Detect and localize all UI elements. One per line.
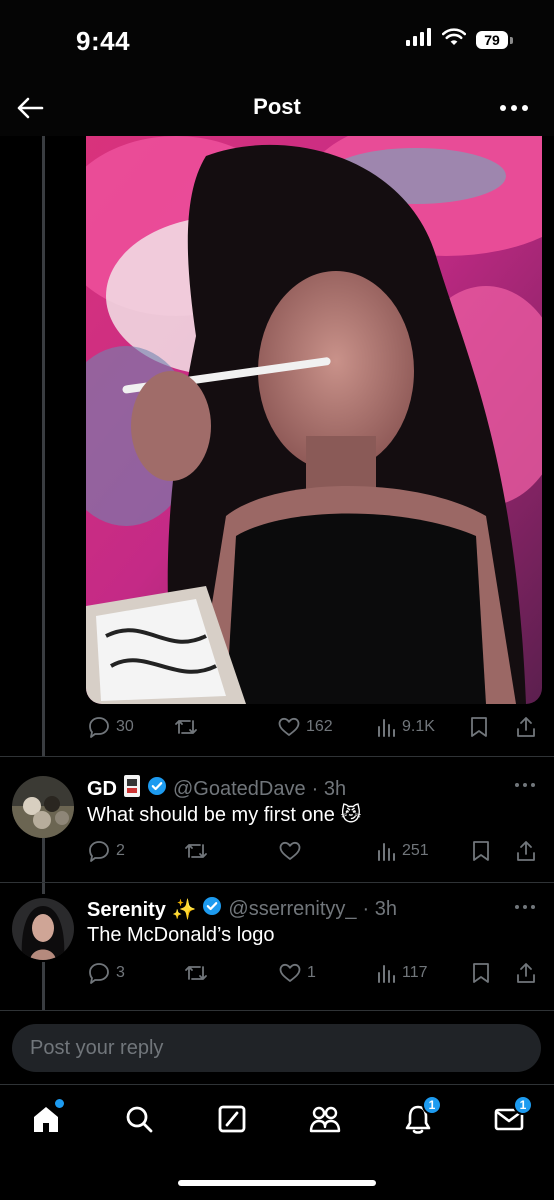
page-title: Post bbox=[253, 94, 301, 119]
reply-text: The McDonald’s logo bbox=[87, 924, 275, 946]
like-count: 1 bbox=[307, 964, 316, 981]
share-button[interactable] bbox=[516, 962, 536, 984]
thread-line bbox=[42, 136, 45, 756]
status-bar: 9:44 79 bbox=[0, 0, 554, 80]
tab-notifications[interactable]: 1 bbox=[396, 1095, 442, 1143]
signal-icon bbox=[406, 28, 432, 51]
views-button[interactable]: 9.1K bbox=[376, 717, 435, 737]
divider bbox=[0, 1010, 554, 1011]
repost-button[interactable] bbox=[174, 717, 198, 737]
reply-action-bar: 3 1 117 bbox=[86, 958, 540, 988]
tab-home[interactable] bbox=[24, 1099, 68, 1143]
repost-icon bbox=[184, 841, 208, 861]
like-count: 162 bbox=[306, 718, 333, 735]
like-button[interactable]: 1 bbox=[279, 963, 316, 983]
status-indicators: 79 bbox=[406, 28, 513, 51]
views-count: 251 bbox=[402, 842, 429, 859]
more-icon[interactable] bbox=[510, 782, 540, 802]
header: Post bbox=[0, 80, 554, 136]
tab-messages[interactable]: 1 bbox=[487, 1095, 533, 1143]
share-icon bbox=[516, 716, 536, 738]
display-name[interactable]: Serenity ✨ bbox=[87, 897, 196, 922]
like-icon bbox=[279, 841, 301, 861]
communities-icon bbox=[308, 1103, 342, 1140]
like-icon bbox=[279, 963, 301, 983]
reply-button[interactable]: 3 bbox=[88, 962, 125, 984]
home-indicator bbox=[178, 1180, 376, 1186]
like-button[interactable]: 162 bbox=[278, 717, 333, 737]
divider bbox=[0, 882, 554, 883]
like-icon bbox=[278, 717, 300, 737]
reply-button[interactable]: 30 bbox=[88, 716, 134, 738]
tab-communities[interactable] bbox=[303, 1099, 347, 1143]
reply-header: Serenity ✨ @sserrenityy_ · 3h bbox=[87, 896, 397, 922]
search-icon bbox=[123, 1103, 155, 1140]
grok-icon bbox=[216, 1103, 248, 1140]
bookmark-icon bbox=[470, 716, 488, 738]
reply-count: 30 bbox=[116, 718, 134, 735]
reply-item[interactable]: GD @GoatedDave · 3h What should be my fi… bbox=[0, 770, 554, 880]
views-button[interactable]: 251 bbox=[376, 841, 429, 861]
reply-icon bbox=[88, 716, 110, 738]
reply-placeholder: Post your reply bbox=[30, 1037, 164, 1059]
reply-action-bar: 2 251 bbox=[86, 836, 540, 866]
avatar[interactable] bbox=[12, 898, 74, 960]
bookmark-icon bbox=[472, 840, 490, 862]
more-icon[interactable] bbox=[496, 94, 532, 122]
tab-grok[interactable] bbox=[210, 1099, 254, 1143]
more-icon[interactable] bbox=[510, 904, 540, 924]
views-count: 9.1K bbox=[402, 718, 435, 735]
user-handle[interactable]: @GoatedDave bbox=[173, 778, 306, 801]
bookmark-button[interactable] bbox=[472, 962, 490, 984]
reply-count: 2 bbox=[116, 842, 125, 859]
post-action-bar: 30 162 9.1K bbox=[86, 712, 540, 742]
unread-dot bbox=[55, 1099, 64, 1108]
reply-header: GD @GoatedDave · 3h bbox=[87, 774, 346, 804]
card-emoji-icon bbox=[123, 774, 141, 804]
reply-icon bbox=[88, 962, 110, 984]
reply-button[interactable]: 2 bbox=[88, 840, 125, 862]
views-icon bbox=[376, 717, 396, 737]
share-icon bbox=[516, 962, 536, 984]
verified-icon bbox=[147, 776, 167, 802]
views-count: 117 bbox=[402, 964, 428, 981]
repost-icon bbox=[174, 717, 198, 737]
like-button[interactable] bbox=[279, 841, 301, 861]
post-image[interactable] bbox=[86, 136, 542, 704]
notifications-badge: 1 bbox=[422, 1095, 442, 1115]
messages-badge: 1 bbox=[513, 1095, 533, 1115]
reply-item[interactable]: Serenity ✨ @sserrenityy_ · 3h The McDona… bbox=[0, 894, 554, 1004]
bookmark-button[interactable] bbox=[472, 840, 490, 862]
repost-icon bbox=[184, 963, 208, 983]
status-time: 9:44 bbox=[76, 26, 131, 56]
tab-search[interactable] bbox=[117, 1099, 161, 1143]
verified-icon bbox=[202, 896, 222, 922]
bookmark-button[interactable] bbox=[470, 716, 488, 738]
views-button[interactable]: 117 bbox=[376, 963, 428, 983]
display-name[interactable]: GD bbox=[87, 778, 117, 801]
repost-button[interactable] bbox=[184, 963, 208, 983]
share-button[interactable] bbox=[516, 716, 536, 738]
reply-input[interactable]: Post your reply bbox=[12, 1024, 541, 1072]
reply-icon bbox=[88, 840, 110, 862]
post-time: · 3h bbox=[362, 897, 397, 920]
share-button[interactable] bbox=[516, 840, 536, 862]
battery-indicator: 79 bbox=[476, 30, 513, 49]
views-icon bbox=[376, 963, 396, 983]
bookmark-icon bbox=[472, 962, 490, 984]
divider bbox=[0, 756, 554, 757]
views-icon bbox=[376, 841, 396, 861]
post-time: · 3h bbox=[311, 777, 347, 800]
repost-button[interactable] bbox=[184, 841, 208, 861]
user-handle[interactable]: @sserrenityy_ bbox=[228, 898, 356, 921]
home-icon bbox=[30, 1103, 62, 1140]
reply-count: 3 bbox=[116, 964, 125, 981]
share-icon bbox=[516, 840, 536, 862]
avatar[interactable] bbox=[12, 776, 74, 838]
wifi-icon bbox=[441, 28, 467, 51]
reply-text: What should be my first one 😼 bbox=[87, 804, 362, 826]
